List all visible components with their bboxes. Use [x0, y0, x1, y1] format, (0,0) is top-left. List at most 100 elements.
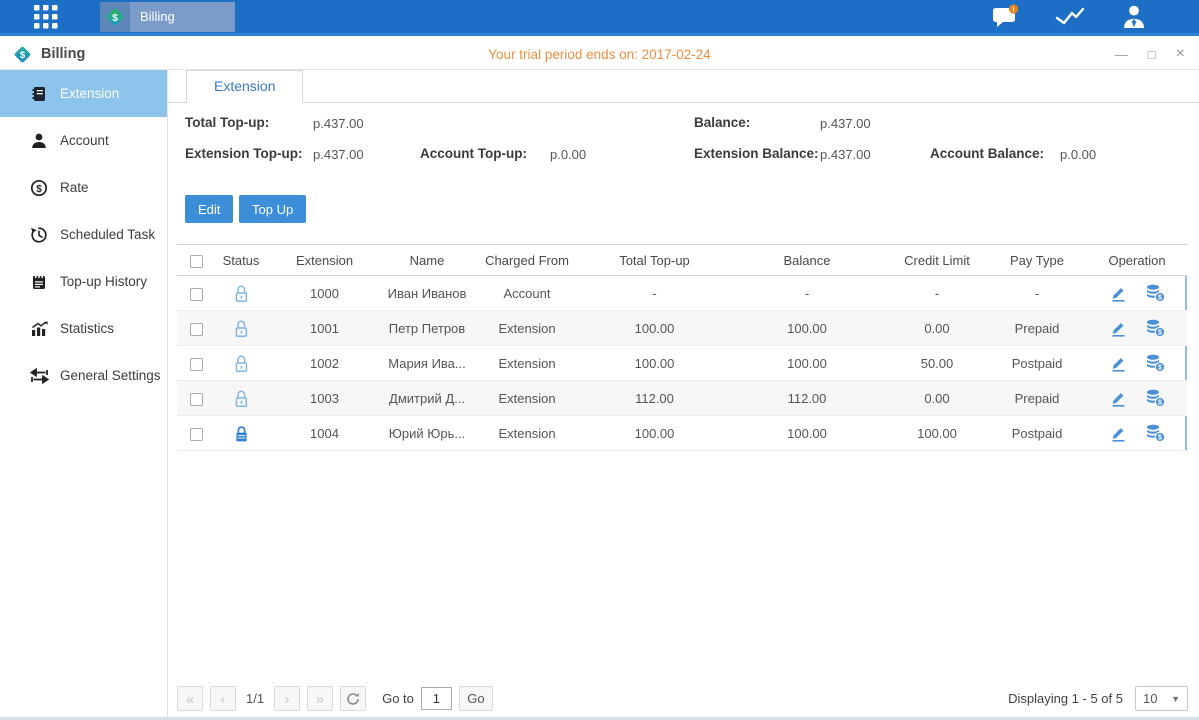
- user-account-icon[interactable]: [1121, 4, 1147, 29]
- top-up-button[interactable]: Top Up: [239, 195, 306, 223]
- last-page-button[interactable]: »: [307, 686, 333, 711]
- sidebar-item-label: Rate: [60, 180, 89, 195]
- svg-text:$: $: [1158, 435, 1162, 442]
- cell-total-topup: -: [582, 276, 727, 311]
- column-header-extension: Extension: [267, 245, 382, 276]
- balance-value: p.437.00: [820, 115, 871, 131]
- cell-extension: 1000: [267, 276, 382, 311]
- column-header-operation: Operation: [1087, 245, 1187, 276]
- sidebar-item-statistics[interactable]: Statistics: [0, 305, 167, 352]
- notification-badge: !: [1012, 5, 1015, 14]
- column-header-credit-limit: Credit Limit: [887, 245, 987, 276]
- edit-icon[interactable]: [1109, 390, 1127, 407]
- cell-extension: 1002: [267, 346, 382, 381]
- cell-credit-limit: 0.00: [887, 311, 987, 346]
- cell-name: Петр Петров: [382, 311, 472, 346]
- edit-icon[interactable]: [1109, 425, 1127, 442]
- taskbar: $ Billing !: [0, 0, 1199, 36]
- column-header-status: Status: [215, 245, 267, 276]
- topup-icon[interactable]: $: [1145, 284, 1166, 302]
- cell-balance: 112.00: [727, 381, 887, 416]
- close-icon[interactable]: ×: [1176, 46, 1185, 62]
- cell-credit-limit: 50.00: [887, 346, 987, 381]
- account-balance-label: Account Balance:: [930, 146, 1044, 161]
- balance-label: Balance:: [694, 115, 750, 130]
- extension-balance-value: p.437.00: [820, 146, 871, 162]
- topup-icon[interactable]: $: [1145, 319, 1166, 337]
- go-button[interactable]: Go: [459, 686, 493, 711]
- sidebar-item-label: Account: [60, 133, 109, 148]
- cell-charged-from: Extension: [472, 311, 582, 346]
- maximize-icon[interactable]: □: [1148, 48, 1156, 61]
- page-size-value: 10: [1143, 691, 1157, 706]
- cell-name: Юрий Юрь...: [382, 416, 472, 451]
- prev-page-button[interactable]: ‹: [210, 686, 236, 711]
- window-titlebar: $ Billing Your trial period ends on: 201…: [0, 39, 1199, 70]
- account-topup-value: p.0.00: [550, 146, 586, 162]
- cell-pay-type: Postpaid: [987, 346, 1087, 381]
- cell-balance: -: [727, 276, 887, 311]
- cell-pay-type: -: [987, 276, 1087, 311]
- main-content: Extension Total Top-up: p.437.00 Balance…: [168, 70, 1199, 720]
- cell-credit-limit: 0.00: [887, 381, 987, 416]
- taskbar-tab-billing[interactable]: $ Billing: [100, 2, 235, 32]
- cell-total-topup: 100.00: [582, 311, 727, 346]
- unlocked-status-icon: [233, 319, 250, 338]
- first-page-button[interactable]: «: [177, 686, 203, 711]
- select-all-checkbox[interactable]: [190, 255, 203, 268]
- extension-topup-value: p.437.00: [313, 146, 364, 162]
- extension-table-body: 1000 Иван Иванов Account - - - - $ 1001 …: [177, 276, 1187, 451]
- unlocked-status-icon: [233, 284, 250, 303]
- edit-icon[interactable]: [1109, 285, 1127, 302]
- trial-notice: Your trial period ends on: 2017-02-24: [0, 47, 1199, 62]
- row-checkbox[interactable]: [190, 428, 203, 441]
- cell-extension: 1004: [267, 416, 382, 451]
- svg-text:$: $: [1158, 365, 1162, 372]
- topup-icon[interactable]: $: [1145, 389, 1166, 407]
- chevron-down-icon: ▼: [1171, 694, 1180, 704]
- total-topup-label: Total Top-up:: [185, 115, 269, 130]
- sidebar-item-rate[interactable]: $Rate: [0, 164, 167, 211]
- sidebar-item-scheduled-task[interactable]: Scheduled Task: [0, 211, 167, 258]
- edit-button[interactable]: Edit: [185, 195, 233, 223]
- svg-text:$: $: [1158, 295, 1162, 302]
- topup-icon[interactable]: $: [1145, 354, 1166, 372]
- unlocked-status-icon: [233, 354, 250, 373]
- page-size-dropdown[interactable]: 10 ▼: [1135, 686, 1188, 711]
- next-page-button[interactable]: ›: [274, 686, 300, 711]
- sidebar-item-extension[interactable]: Extension: [0, 70, 167, 117]
- row-checkbox[interactable]: [190, 323, 203, 336]
- cell-balance: 100.00: [727, 311, 887, 346]
- column-header-pay-type: Pay Type: [987, 245, 1087, 276]
- cell-charged-from: Extension: [472, 346, 582, 381]
- row-checkbox[interactable]: [190, 393, 203, 406]
- edit-icon[interactable]: [1109, 355, 1127, 372]
- refresh-button[interactable]: [340, 686, 366, 711]
- goto-page-input[interactable]: [421, 687, 452, 710]
- account-balance-value: p.0.00: [1060, 146, 1096, 162]
- row-checkbox[interactable]: [190, 358, 203, 371]
- column-header-total-top-up: Total Top-up: [582, 245, 727, 276]
- edit-icon[interactable]: [1109, 320, 1127, 337]
- cell-balance: 100.00: [727, 346, 887, 381]
- messages-icon[interactable]: !: [992, 4, 1019, 29]
- topup-icon[interactable]: $: [1145, 424, 1166, 442]
- sidebar-item-label: Top-up History: [60, 274, 147, 289]
- tab-extension[interactable]: Extension: [186, 70, 303, 103]
- minimize-icon[interactable]: —: [1115, 48, 1128, 61]
- table-header-row: StatusExtensionNameCharged FromTotal Top…: [177, 245, 1187, 276]
- goto-label: Go to: [382, 691, 414, 706]
- cell-pay-type: Prepaid: [987, 381, 1087, 416]
- total-topup-value: p.437.00: [313, 115, 364, 131]
- apps-grid-icon[interactable]: [34, 5, 58, 29]
- statistics-chart-icon[interactable]: [1055, 6, 1085, 27]
- cell-total-topup: 100.00: [582, 346, 727, 381]
- sidebar-item-general-settings[interactable]: General Settings: [0, 352, 167, 399]
- svg-text:$: $: [1158, 400, 1162, 407]
- column-header-charged-from: Charged From: [472, 245, 582, 276]
- table-row: 1001 Петр Петров Extension 100.00 100.00…: [177, 311, 1187, 346]
- sidebar-item-account[interactable]: Account: [0, 117, 167, 164]
- table-row: 1004 Юрий Юрь... Extension 100.00 100.00…: [177, 416, 1187, 451]
- sidebar-item-top-up-history[interactable]: Top-up History: [0, 258, 167, 305]
- row-checkbox[interactable]: [190, 288, 203, 301]
